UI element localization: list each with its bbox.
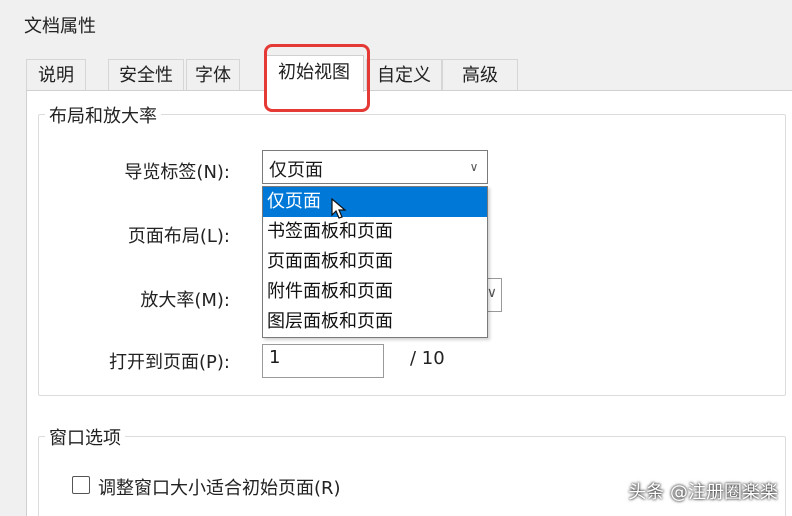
page-layout-label: 页面布局(L): xyxy=(127,226,230,247)
resize-window-checkbox[interactable] xyxy=(72,476,90,494)
nav-tab-select[interactable]: 仅页面 ∨ xyxy=(262,150,488,184)
resize-window-label: 调整窗口大小适合初始页面(R) xyxy=(98,478,341,499)
chevron-down-icon[interactable]: ∨ xyxy=(461,151,487,183)
dialog-title: 文档属性 xyxy=(24,16,96,37)
nav-tab-label: 导览标签(N): xyxy=(124,162,230,183)
nav-option-pages-panel-page[interactable]: 页面面板和页面 xyxy=(263,247,487,277)
open-to-page-input[interactable]: 1 xyxy=(262,344,384,378)
mouse-cursor-icon xyxy=(331,198,347,219)
nav-tab-selected-value: 仅页面 xyxy=(269,160,323,181)
tab-highlight-annotation xyxy=(264,44,370,112)
layout-group-legend: 布局和放大率 xyxy=(45,102,161,128)
open-to-page-label: 打开到页面(P): xyxy=(109,352,230,373)
nav-option-attachments-page[interactable]: 附件面板和页面 xyxy=(263,277,487,307)
tab-fonts[interactable]: 字体 xyxy=(186,59,240,91)
chevron-down-icon[interactable]: ∨ xyxy=(487,285,497,301)
zoom-label: 放大率(M): xyxy=(140,290,230,311)
nav-tab-dropdown-list: 仅页面 书签面板和页面 页面面板和页面 附件面板和页面 图层面板和页面 xyxy=(262,186,488,338)
tab-security[interactable]: 安全性 xyxy=(108,59,184,91)
tab-custom[interactable]: 自定义 xyxy=(366,59,442,91)
nav-option-bookmarks-page[interactable]: 书签面板和页面 xyxy=(263,217,487,247)
watermark: 头条 @注册圈楽楽 xyxy=(628,482,778,503)
window-group-legend: 窗口选项 xyxy=(45,424,125,450)
tab-advanced[interactable]: 高级 xyxy=(442,59,518,91)
tab-description[interactable]: 说明 xyxy=(26,59,86,91)
page-total: / 10 xyxy=(410,348,445,369)
nav-option-page-only[interactable]: 仅页面 xyxy=(263,187,487,217)
document-properties-dialog: 文档属性 说明 安全性 字体 初始视图 自定义 高级 布局和放大率 导览标签(N… xyxy=(0,0,792,516)
nav-option-layers-page[interactable]: 图层面板和页面 xyxy=(263,307,487,337)
tab-bar: 说明 安全性 字体 初始视图 自定义 高级 xyxy=(26,55,786,92)
